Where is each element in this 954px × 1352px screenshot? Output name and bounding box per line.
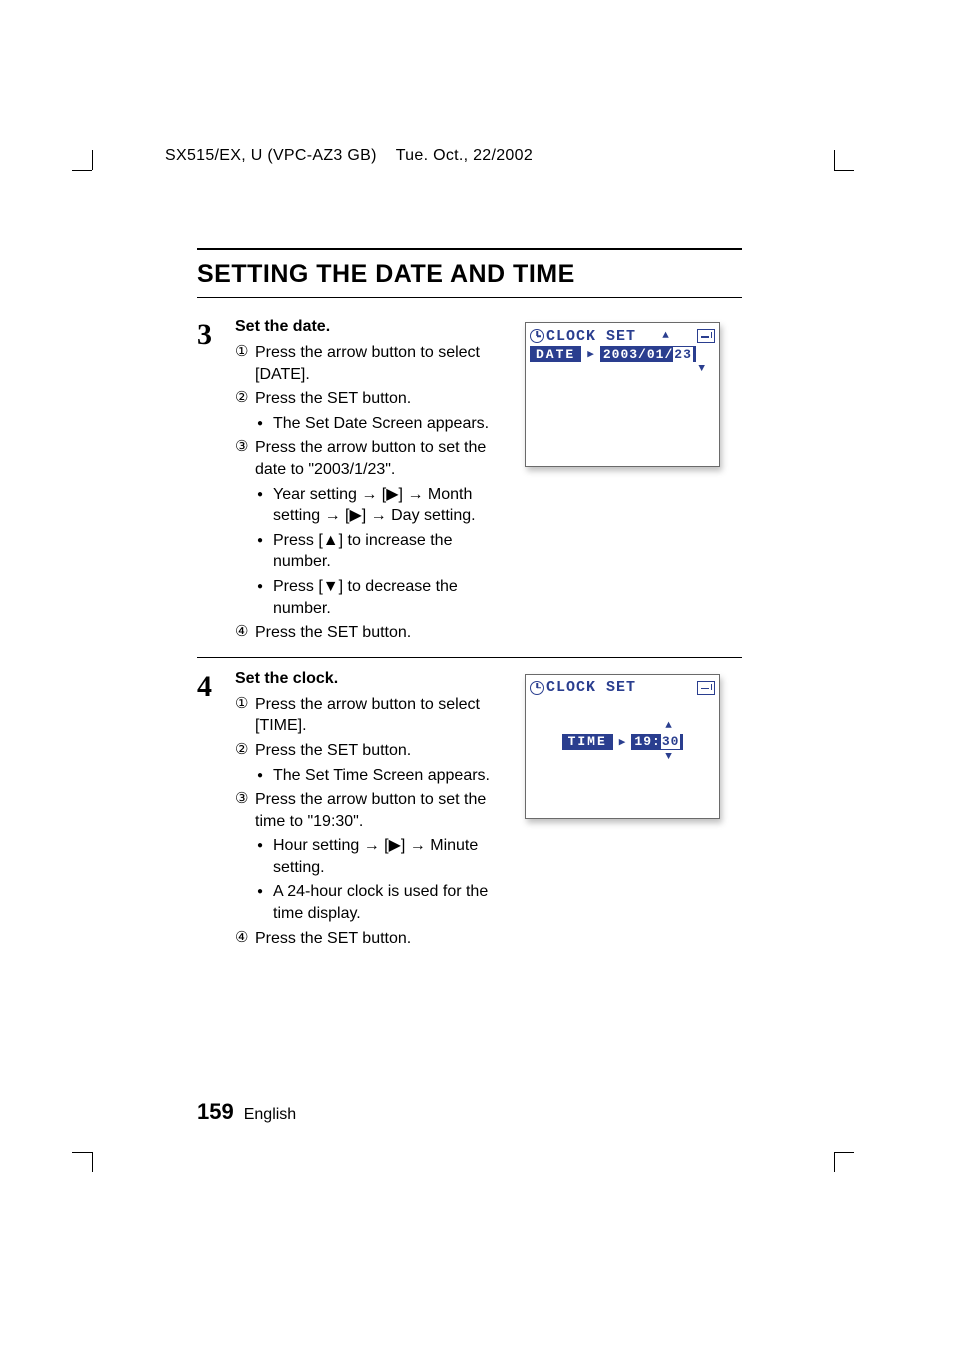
step-3-sub-2: Press the SET button.	[255, 388, 510, 410]
return-icon	[697, 681, 715, 695]
circled-4-icon: ④	[235, 928, 255, 950]
page-number: 159	[197, 1099, 234, 1125]
model-id: SX515/EX, U (VPC-AZ3 GB)	[165, 147, 377, 164]
bullet-icon: ●	[257, 576, 273, 619]
down-arrow-icon: ▼	[530, 363, 715, 375]
page-footer: 159 English	[197, 1099, 296, 1125]
bullet-icon: ●	[257, 413, 273, 435]
down-arrow-icon: ▼	[622, 751, 715, 763]
circled-4-icon: ④	[235, 622, 255, 644]
step-3-sub-3c: Press [▼] to decrease the number.	[273, 576, 510, 619]
circled-3-icon: ③	[235, 789, 255, 832]
step-number-3: 3	[197, 318, 235, 647]
lcd-date-label: DATE	[530, 346, 581, 362]
play-icon: ▶	[587, 347, 594, 361]
lcd-title: CLOCK SET	[546, 328, 636, 345]
step-3-sub-1: Press the arrow button to select [DATE].	[255, 342, 510, 385]
circled-1-icon: ①	[235, 342, 255, 385]
step-4-sub-1: Press the arrow button to select [TIME].	[255, 694, 510, 737]
lcd-day-highlight: 23	[673, 347, 693, 362]
circled-3-icon: ③	[235, 437, 255, 480]
clock-icon	[530, 329, 544, 343]
play-icon: ▶	[619, 735, 626, 749]
step-3-sub-3b: Press [▲] to increase the number.	[273, 530, 510, 573]
separator-rule	[197, 657, 742, 658]
circled-2-icon: ②	[235, 740, 255, 762]
crop-mark-tr	[814, 150, 854, 190]
lcd-minute-highlight: 30	[661, 734, 681, 749]
bullet-icon: ●	[257, 835, 273, 878]
step-3-sub-4: Press the SET button.	[255, 622, 510, 644]
step-4: 4 Set the clock. ①Press the arrow button…	[197, 670, 742, 953]
title-bottom-rule	[197, 297, 742, 298]
crop-mark-bl	[72, 1132, 112, 1172]
step-3-sub-3a: Year setting → [▶] → Month setting → [▶]…	[273, 484, 510, 527]
up-arrow-icon: ▲	[622, 720, 715, 732]
print-date: Tue. Oct., 22/2002	[396, 147, 533, 164]
bullet-icon: ●	[257, 484, 273, 527]
lcd-year-month: 2003/01/23	[600, 346, 696, 362]
step-4-sub-3b: A 24-hour clock is used for the time dis…	[273, 881, 510, 924]
page-title: SETTING THE DATE AND TIME	[197, 260, 742, 289]
step-3-sub-3: Press the arrow button to set the date t…	[255, 437, 510, 480]
circled-1-icon: ①	[235, 694, 255, 737]
bullet-icon: ●	[257, 765, 273, 787]
print-header: SX515/EX, U (VPC-AZ3 GB) Tue. Oct., 22/2…	[165, 147, 533, 165]
crop-mark-br	[814, 1132, 854, 1172]
up-arrow-icon: ▲	[662, 330, 669, 342]
step-4-sub-3: Press the arrow button to set the time t…	[255, 789, 510, 832]
lcd-hour: 19:30	[631, 734, 683, 750]
main-content: SETTING THE DATE AND TIME 3 Set the date…	[197, 248, 742, 958]
circled-2-icon: ②	[235, 388, 255, 410]
step-number-4: 4	[197, 670, 235, 953]
lcd-title: CLOCK SET	[546, 679, 636, 696]
step-4-sub-2a: The Set Time Screen appears.	[273, 765, 510, 787]
return-icon	[697, 329, 715, 343]
bullet-icon: ●	[257, 881, 273, 924]
lcd-date-illustration: CLOCK SET ▲ DATE ▶ 2003/01/23 ▼	[525, 322, 720, 467]
page-language: English	[244, 1106, 296, 1124]
step-4-title: Set the clock.	[235, 670, 510, 688]
step-3-title: Set the date.	[235, 318, 510, 336]
step-3-sub-2a: The Set Date Screen appears.	[273, 413, 510, 435]
step-4-sub-4: Press the SET button.	[255, 928, 510, 950]
step-4-sub-3a: Hour setting → [▶] → Minute setting.	[273, 835, 510, 878]
lcd-time-illustration: CLOCK SET ▲ TIME ▶ 19:30 ▼	[525, 674, 720, 819]
bullet-icon: ●	[257, 530, 273, 573]
title-top-rule	[197, 248, 742, 250]
step-3: 3 Set the date. ①Press the arrow button …	[197, 318, 742, 647]
clock-icon	[530, 681, 544, 695]
crop-mark-tl	[72, 150, 112, 190]
lcd-time-label: TIME	[562, 734, 613, 750]
step-4-sub-2: Press the SET button.	[255, 740, 510, 762]
